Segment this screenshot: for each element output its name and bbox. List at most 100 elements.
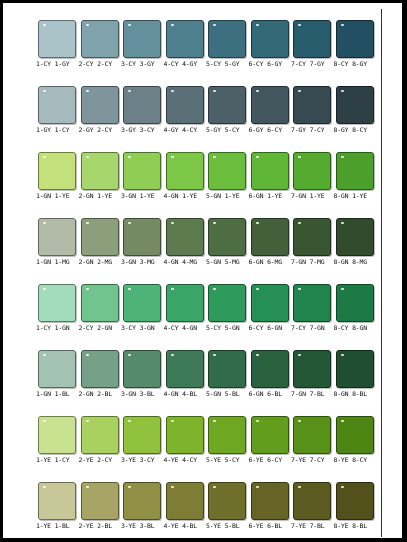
swatch-label: 6-YE 6-CY: [248, 456, 283, 464]
color-swatch: [80, 86, 119, 124]
swatch-label: 6-GY 6-CY: [248, 126, 283, 134]
swatch-marker: [170, 90, 174, 92]
swatch-cell: 3-CY 3-GN: [121, 284, 163, 334]
swatch-cell: 1-GY 1-CY: [36, 86, 78, 136]
swatch-cell: 4-CY 4-GN: [164, 284, 206, 334]
color-swatch: [293, 218, 331, 256]
swatch-label: 8-GY 8-CY: [333, 126, 368, 134]
swatch-marker: [128, 354, 131, 356]
swatch-label: 2-CY 2-GN: [78, 324, 113, 332]
swatch-cell: 4-CY 4-GY: [164, 20, 206, 70]
swatch-marker: [298, 288, 301, 290]
swatch-label: 7-YE 7-BL: [291, 522, 325, 530]
swatch-cell: 7-CY 7-GY: [291, 20, 333, 70]
swatch-grid: 1-CY 1-GY 2-CY 2-CY 3-CY 3-GY 4-CY 4-GY 5-CY…: [3, 3, 402, 538]
swatch-label: 6-YE 6-BL: [248, 522, 283, 530]
swatch-label: 8-YE 8-CY: [333, 456, 368, 464]
swatch-cell: 7-GY 7-CY: [291, 86, 333, 136]
swatch-cell: 5-CY 5-GY: [206, 20, 248, 70]
color-swatch: [250, 152, 289, 190]
swatch-marker: [340, 354, 344, 356]
swatch-marker: [128, 156, 131, 158]
color-swatch: [293, 350, 331, 388]
color-swatch: [123, 152, 161, 190]
color-swatch: [165, 284, 204, 322]
swatch-cell: 3-GN 3-BL: [121, 350, 163, 400]
swatch-cell: 7-YE 7-CY: [291, 416, 333, 466]
swatch-cell: 2-GN 2-MG: [79, 218, 121, 268]
swatch-label: 3-YE 3-BL: [121, 522, 155, 530]
swatch-label: 7-CY 7-GY: [291, 60, 325, 68]
swatch-label: 5-GN 5-BL: [206, 390, 240, 398]
swatch-cell: 4-GN 4-BL: [164, 350, 206, 400]
swatch-cell: 1-YE 1-BL: [36, 482, 78, 532]
swatch-marker: [170, 288, 174, 290]
swatch-label: 4-CY 4-GN: [163, 324, 198, 332]
swatch-marker: [43, 288, 46, 290]
swatch-cell: 4-GY 4-CY: [164, 86, 206, 136]
swatch-label: 8-GN 8-BL: [333, 390, 368, 398]
swatch-cell: 1-GN 1-MG: [36, 218, 78, 268]
swatch-marker: [298, 486, 301, 488]
color-swatch: [38, 416, 76, 454]
swatch-label: 2-YE 2-BL: [78, 522, 113, 530]
swatch-marker: [128, 24, 131, 26]
swatch-cell: 6-YE 6-CY: [249, 416, 291, 466]
color-swatch: [123, 284, 161, 322]
swatch-marker: [43, 420, 46, 422]
swatch-cell: 7-GN 7-MG: [291, 218, 333, 268]
swatch-label: 1-CY 1-GY: [36, 60, 70, 68]
swatch-marker: [255, 354, 259, 356]
color-swatch: [335, 20, 374, 58]
swatch-marker: [340, 288, 344, 290]
swatch-label: 8-CY 8-GY: [333, 60, 368, 68]
swatch-label: 3-GN 3-MG: [121, 258, 155, 266]
swatch-marker: [85, 288, 89, 290]
swatch-marker: [213, 420, 216, 422]
swatch-cell: 1-CY 1-GN: [36, 284, 78, 334]
swatch-label: 3-GN 1-YE: [121, 192, 155, 200]
swatch-cell: 2-CY 2-GN: [79, 284, 121, 334]
swatch-label: 8-CY 8-GN: [333, 324, 368, 332]
swatch-cell: 5-GN 5-BL: [206, 350, 248, 400]
swatch-marker: [85, 486, 89, 488]
color-swatch: [250, 482, 289, 520]
swatch-label: 5-GY 5-CY: [206, 126, 240, 134]
swatch-label: 7-YE 7-CY: [291, 456, 325, 464]
swatch-label: 4-CY 4-GY: [163, 60, 198, 68]
color-swatch: [123, 218, 161, 256]
swatch-marker: [43, 222, 46, 224]
swatch-marker: [170, 486, 174, 488]
color-swatch: [165, 218, 204, 256]
swatch-label: 2-GN 2-MG: [78, 258, 113, 266]
color-swatch: [293, 86, 331, 124]
swatch-marker: [255, 24, 259, 26]
swatch-label: 2-GN 2-BL: [78, 390, 113, 398]
swatch-marker: [43, 486, 46, 488]
swatch-marker: [128, 222, 131, 224]
swatch-cell: 8-GY 8-CY: [334, 86, 376, 136]
swatch-cell: 6-GY 6-CY: [249, 86, 291, 136]
swatch-cell: 7-GN 1-YE: [291, 152, 333, 202]
swatch-cell: 6-GN 1-YE: [249, 152, 291, 202]
swatch-cell: 1-GN 1-BL: [36, 350, 78, 400]
swatch-label: 4-GN 4-MG: [163, 258, 198, 266]
swatch-cell: 2-GY 2-CY: [79, 86, 121, 136]
swatch-cell: 5-CY 5-GN: [206, 284, 248, 334]
swatch-cell: 2-GN 1-YE: [79, 152, 121, 202]
swatch-cell: 8-GN 1-YE: [334, 152, 376, 202]
swatch-cell: 4-YE 4-BL: [164, 482, 206, 532]
swatch-cell: 6-CY 6-GY: [249, 20, 291, 70]
swatch-cell: 1-GN 1-YE: [36, 152, 78, 202]
swatch-marker: [170, 156, 174, 158]
color-swatch: [250, 86, 289, 124]
swatch-cell: 5-GN 1-YE: [206, 152, 248, 202]
swatch-cell: 8-CY 8-GY: [334, 20, 376, 70]
color-swatch: [38, 20, 76, 58]
swatch-label: 6-CY 6-GN: [248, 324, 283, 332]
color-swatch: [208, 218, 246, 256]
color-swatch: [80, 416, 119, 454]
swatch-marker: [298, 24, 301, 26]
color-swatch: [208, 284, 246, 322]
swatch-marker: [128, 288, 131, 290]
